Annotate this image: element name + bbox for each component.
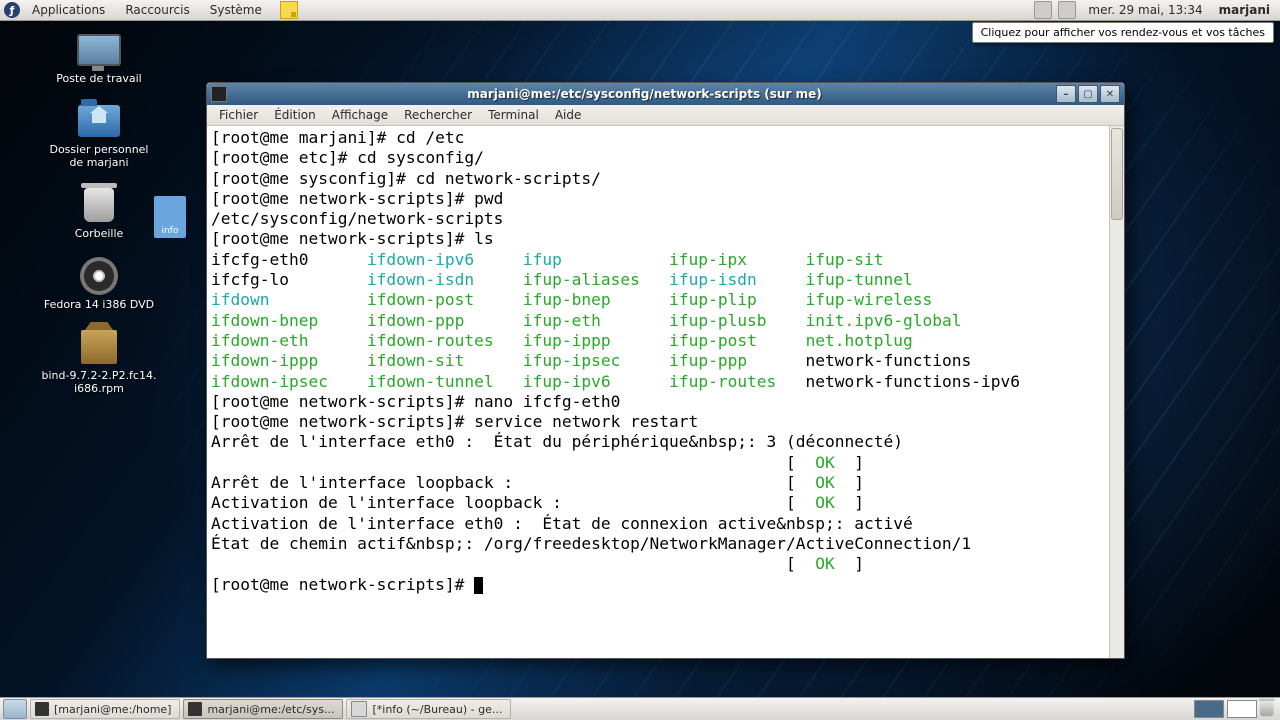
- user-menu[interactable]: marjani: [1215, 3, 1274, 17]
- maximize-button[interactable]: ▢: [1078, 85, 1098, 103]
- fedora-logo-icon[interactable]: ƒ: [4, 2, 20, 18]
- app-terminal-icon: [211, 86, 227, 102]
- desktop-icon-label: bind-9.7.2-2.P2.fc14. i686.rpm: [42, 369, 157, 395]
- minimize-button[interactable]: –: [1056, 85, 1076, 103]
- trash-icon: [84, 188, 114, 222]
- close-button[interactable]: ✕: [1100, 85, 1120, 103]
- task-label: [marjani@me:/home]: [54, 703, 171, 716]
- panel-trash-icon[interactable]: [1260, 701, 1276, 717]
- disc-icon: [80, 257, 118, 295]
- taskbar-task[interactable]: marjani@me:/etc/sys...: [183, 699, 343, 719]
- gedit-icon: [351, 701, 367, 717]
- menu-file[interactable]: Fichier: [211, 106, 266, 124]
- menu-places[interactable]: Raccourcis: [117, 1, 197, 19]
- workspace-1[interactable]: [1194, 700, 1224, 718]
- taskbar-task[interactable]: [*info (~/Bureau) - ge...: [346, 699, 511, 719]
- desktop-icon-label: Poste de travail: [56, 72, 141, 85]
- package-icon: [81, 330, 117, 364]
- desktop-icon-home[interactable]: Dossier personnel de marjani: [4, 99, 194, 171]
- window-title: marjani@me:/etc/sysconfig/network-script…: [233, 87, 1056, 101]
- task-label: [*info (~/Bureau) - ge...: [372, 703, 502, 716]
- scrollbar-thumb[interactable]: [1111, 128, 1123, 220]
- volume-icon[interactable]: [1034, 1, 1052, 19]
- desktop-icon-dvd[interactable]: Fedora 14 i386 DVD: [4, 254, 194, 313]
- folder-home-icon: [78, 105, 120, 137]
- top-panel: ƒ Applications Raccourcis Système mer. 2…: [0, 0, 1280, 21]
- clock[interactable]: mer. 29 mai, 13:34: [1082, 3, 1208, 17]
- terminal-output[interactable]: [root@me marjani]# cd /etc [root@me etc]…: [207, 126, 1109, 658]
- menu-applications[interactable]: Applications: [24, 1, 113, 19]
- desktop-icon-label: Dossier personnel de marjani: [49, 143, 148, 169]
- menu-search[interactable]: Rechercher: [396, 106, 480, 124]
- taskbar-tasks: [marjani@me:/home] marjani@me:/etc/sys...…: [30, 699, 514, 719]
- clock-tooltip: Cliquez pour afficher vos rendez-vous et…: [972, 22, 1274, 43]
- workspace-2[interactable]: [1227, 700, 1257, 718]
- terminal-icon: [35, 702, 49, 716]
- window-titlebar[interactable]: marjani@me:/etc/sysconfig/network-script…: [207, 83, 1124, 105]
- desktop-icon-computer[interactable]: Poste de travail: [4, 28, 194, 87]
- desktop-icon-rpm[interactable]: bind-9.7.2-2.P2.fc14. i686.rpm: [4, 325, 194, 397]
- desktop-icon-label: Fedora 14 i386 DVD: [44, 298, 154, 311]
- terminal-scrollbar[interactable]: [1109, 126, 1124, 658]
- menu-edit[interactable]: Édition: [266, 106, 324, 124]
- window-menubar: Fichier Édition Affichage Rechercher Ter…: [207, 105, 1124, 126]
- menu-view[interactable]: Affichage: [324, 106, 396, 124]
- bottom-panel: [marjani@me:/home] marjani@me:/etc/sys...…: [0, 697, 1280, 720]
- monitor-icon: [77, 34, 121, 66]
- menu-system[interactable]: Système: [202, 1, 270, 19]
- network-icon[interactable]: [1058, 1, 1076, 19]
- show-desktop-button[interactable]: [3, 699, 27, 719]
- terminal-window: marjani@me:/etc/sysconfig/network-script…: [206, 82, 1125, 659]
- sticky-note-icon[interactable]: [280, 1, 298, 19]
- taskbar-task[interactable]: [marjani@me:/home]: [30, 699, 180, 719]
- menu-help[interactable]: Aide: [547, 106, 590, 124]
- terminal-icon: [188, 702, 202, 716]
- task-label: marjani@me:/etc/sys...: [207, 703, 334, 716]
- desktop-icon-info-file[interactable]: info: [154, 196, 186, 238]
- desktop-icon-label: Corbeille: [75, 227, 124, 240]
- menu-terminal[interactable]: Terminal: [480, 106, 547, 124]
